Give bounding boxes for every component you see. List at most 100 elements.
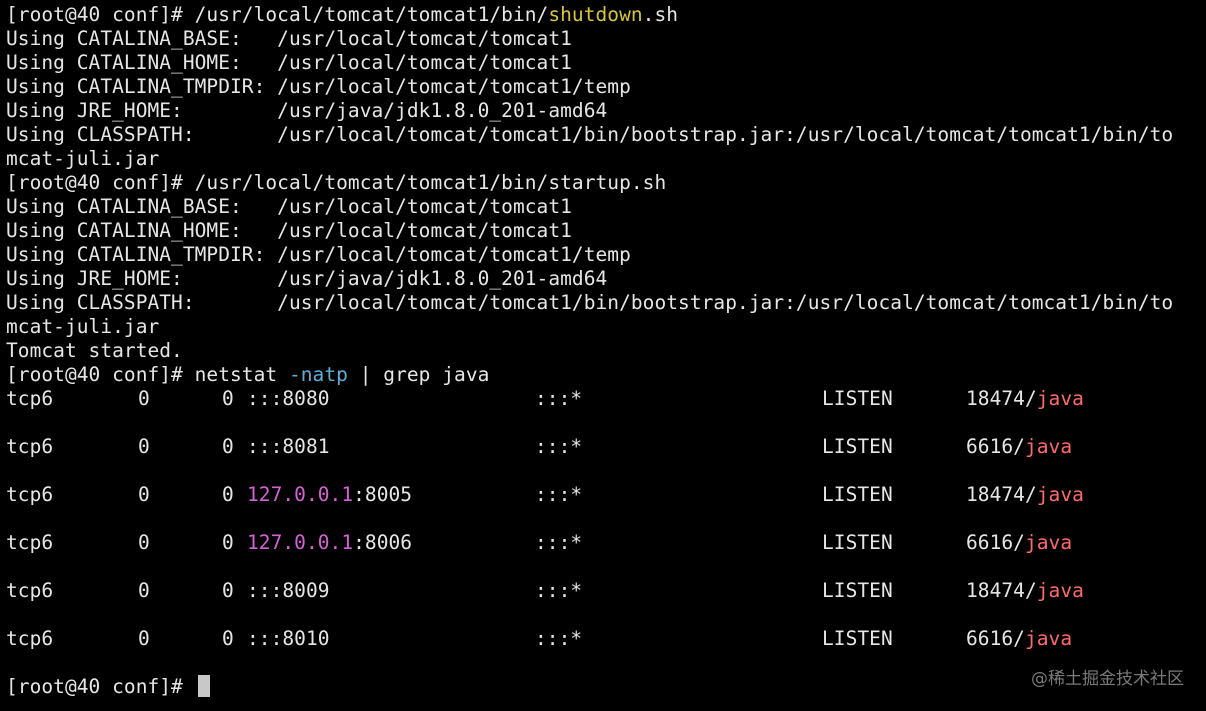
pid-program-cell: 6616/java [966, 435, 1072, 459]
output-line: Using JRE_HOME: /usr/java/jdk1.8.0_201-a… [6, 99, 608, 122]
netstat-row: tcp6 0 0:::8080:::* LISTEN 18474/java [6, 387, 1206, 411]
recv-q-cell: 0 [138, 579, 150, 602]
pid: 6616/ [966, 531, 1025, 554]
command-line-shutdown: [root@40 conf]# /usr/local/tomcat/tomcat… [6, 3, 1206, 27]
command-text: | grep java [347, 363, 490, 386]
foreign-address-cell: :::* [535, 483, 583, 506]
proto-cell: tcp6 [6, 627, 54, 650]
output-line: mcat-juli.jar [6, 147, 160, 170]
send-q-cell: 0 [222, 483, 234, 506]
shell-prompt: [root@40 conf]# [6, 171, 195, 194]
send-q-cell: 0 [222, 627, 234, 650]
foreign-address-cell: :::* [535, 579, 583, 602]
pid-program-cell: 18474/java [966, 387, 1084, 411]
state-cell: LISTEN [822, 435, 893, 458]
state-cell: LISTEN [822, 579, 893, 602]
program-name: java [1024, 627, 1073, 650]
state-cell: LISTEN [822, 531, 893, 554]
shell-prompt: [root@40 conf]# [6, 675, 195, 698]
output-line-tomcat-started: Tomcat started. [6, 339, 183, 362]
proto-cell: tcp6 [6, 387, 54, 410]
proto-cell: tcp6 [6, 579, 54, 602]
pid: 18474/ [966, 579, 1037, 602]
local-port: :::8010 [247, 627, 330, 650]
output-line: Using CLASSPATH: /usr/local/tomcat/tomca… [6, 123, 1174, 146]
command-line-current[interactable]: [root@40 conf]# [6, 675, 1206, 699]
output-line: Using JRE_HOME: /usr/java/jdk1.8.0_201-a… [6, 267, 608, 290]
local-port: :8005 [353, 483, 413, 506]
foreign-address-cell: :::* [535, 435, 583, 458]
terminal-window[interactable]: [root@40 conf]# /usr/local/tomcat/tomcat… [0, 0, 1206, 711]
foreign-address-cell: :::* [535, 531, 583, 554]
output-line: Using CATALINA_TMPDIR: /usr/local/tomcat… [6, 75, 631, 98]
output-line: Using CATALINA_BASE: /usr/local/tomcat/t… [6, 195, 572, 218]
netstat-row: tcp6 0 0 127.0.0.1:8005:::* LISTEN 18474/java [6, 483, 1206, 507]
state-cell: LISTEN [822, 483, 893, 506]
pid-program-cell: 6616/java [966, 531, 1072, 555]
output-line: Using CLASSPATH: /usr/local/tomcat/tomca… [6, 291, 1174, 314]
cursor [197, 675, 210, 697]
local-address-cell: :::8009 [247, 579, 330, 603]
output-line: mcat-juli.jar [6, 315, 160, 338]
program-name: java [1036, 483, 1084, 506]
output-line: Using CATALINA_BASE: /usr/local/tomcat/t… [6, 27, 572, 50]
local-address-cell: 127.0.0.1:8005 [247, 483, 412, 507]
command-suffix: .sh [642, 3, 679, 26]
pid: 6616/ [966, 627, 1025, 650]
program-name: java [1024, 435, 1073, 458]
local-address-cell: :::8080 [247, 387, 330, 411]
netstat-output: tcp6 0 0:::8080:::* LISTEN 18474/java tcp6 0 0:… [6, 387, 1206, 675]
output-line: Using CATALINA_HOME: /usr/local/tomcat/t… [6, 51, 572, 74]
local-ip: 127.0.0.1 [247, 483, 354, 506]
recv-q-cell: 0 [138, 435, 150, 458]
netstat-row: tcp6 0 0:::8010:::* LISTEN 6616/java [6, 627, 1206, 651]
shell-prompt: [root@40 conf]# [6, 363, 195, 386]
command-text: /usr/local/tomcat/tomcat1/bin/startup.sh [194, 171, 667, 194]
command-name-shutdown: shutdown [548, 3, 643, 26]
recv-q-cell: 0 [138, 627, 150, 650]
local-port: :::8080 [247, 387, 330, 410]
command-line-netstat: [root@40 conf]# netstat -natp | grep jav… [6, 363, 1206, 387]
state-cell: LISTEN [822, 387, 893, 410]
pid: 6616/ [966, 435, 1025, 458]
recv-q-cell: 0 [138, 387, 150, 410]
command-text: netstat [194, 363, 289, 386]
command-path: /usr/local/tomcat/tomcat1/bin/ [194, 3, 549, 26]
program-name: java [1036, 387, 1084, 410]
send-q-cell: 0 [222, 579, 234, 602]
local-ip: 127.0.0.1 [247, 531, 354, 554]
output-line: Using CATALINA_TMPDIR: /usr/local/tomcat… [6, 243, 631, 266]
program-name: java [1036, 579, 1084, 602]
pid: 18474/ [966, 483, 1037, 506]
recv-q-cell: 0 [138, 531, 150, 554]
local-address-cell: 127.0.0.1:8006 [247, 531, 412, 555]
shell-prompt: [root@40 conf]# [6, 3, 195, 26]
program-name: java [1024, 531, 1073, 554]
proto-cell: tcp6 [6, 531, 54, 554]
command-option: -natp [288, 363, 348, 386]
local-port: :::8081 [247, 435, 330, 458]
pid-program-cell: 18474/java [966, 483, 1084, 507]
state-cell: LISTEN [822, 627, 893, 650]
pid: 18474/ [966, 387, 1037, 410]
foreign-address-cell: :::* [535, 627, 583, 650]
netstat-row: tcp6 0 0:::8081:::* LISTEN 6616/java [6, 435, 1206, 459]
send-q-cell: 0 [222, 387, 234, 410]
local-address-cell: :::8010 [247, 627, 330, 651]
foreign-address-cell: :::* [535, 387, 583, 410]
proto-cell: tcp6 [6, 435, 54, 458]
watermark: @稀土掘金技术社区 [1031, 669, 1184, 689]
pid-program-cell: 6616/java [966, 627, 1072, 651]
local-port: :::8009 [247, 579, 330, 602]
output-line: Using CATALINA_HOME: /usr/local/tomcat/t… [6, 219, 572, 242]
send-q-cell: 0 [222, 435, 234, 458]
netstat-row: tcp6 0 0:::8009:::* LISTEN 18474/java [6, 579, 1206, 603]
pid-program-cell: 18474/java [966, 579, 1084, 603]
proto-cell: tcp6 [6, 483, 54, 506]
